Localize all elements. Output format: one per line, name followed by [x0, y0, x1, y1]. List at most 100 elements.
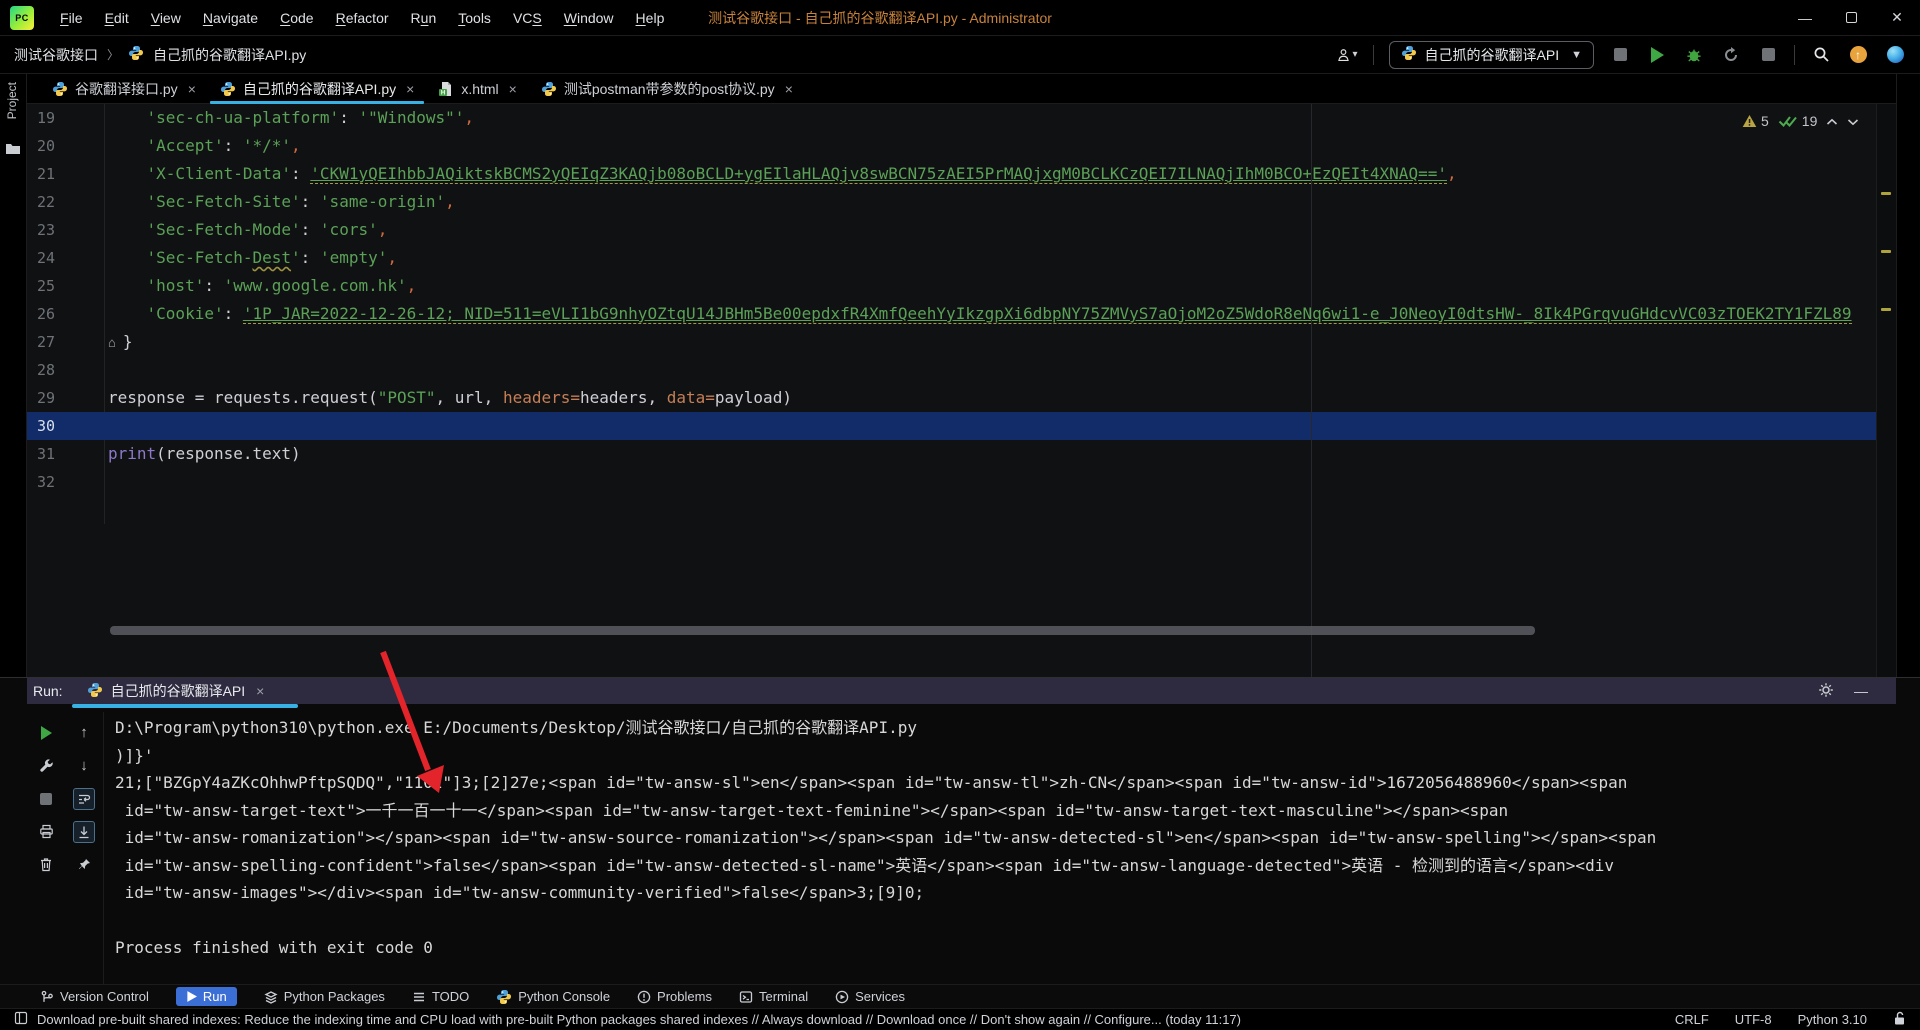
warning-mark[interactable]	[1881, 250, 1891, 253]
encoding-widget[interactable]: UTF-8	[1735, 1012, 1772, 1027]
down-stack-button[interactable]: ↓	[73, 755, 95, 777]
code-editor[interactable]: 19 'sec-ch-ua-platform': '"Windows"',20 …	[27, 104, 1876, 677]
tool-window-button-terminal[interactable]: Terminal	[739, 989, 808, 1004]
tool-window-button-services[interactable]: Services	[835, 989, 905, 1004]
code-line-22[interactable]: 22 'Sec-Fetch-Site': 'same-origin',	[27, 188, 1876, 216]
clear-console-button[interactable]	[35, 854, 57, 876]
code-line-24[interactable]: 24 'Sec-Fetch-Dest': 'empty',	[27, 244, 1876, 272]
stop-process-button[interactable]	[1757, 44, 1779, 66]
gutter-line-number[interactable]: 29	[27, 384, 104, 412]
pin-button[interactable]	[73, 854, 95, 876]
tool-window-button-todo[interactable]: TODO	[412, 989, 469, 1004]
breadcrumb-project[interactable]: 测试谷歌接口	[14, 45, 98, 65]
code-line-28[interactable]: 28	[27, 356, 1876, 384]
code-line-27[interactable]: 27⌂}	[27, 328, 1876, 356]
status-message[interactable]: Download pre-built shared indexes: Reduc…	[37, 1012, 1241, 1027]
code-line-32[interactable]: 32	[27, 468, 1876, 496]
run-configuration-select[interactable]: 自己抓的谷歌翻译API ▼	[1389, 41, 1594, 69]
soft-wrap-toggle[interactable]	[73, 788, 95, 810]
up-stack-button[interactable]: ↑	[73, 722, 95, 744]
gutter-line-number[interactable]: 24	[27, 244, 104, 272]
menu-vcs[interactable]: VCS	[503, 6, 552, 30]
editor-tab[interactable]: 谷歌翻译接口.py×	[40, 74, 208, 103]
gutter-line-number[interactable]: 19	[27, 104, 104, 132]
code-line-23[interactable]: 23 'Sec-Fetch-Mode': 'cors',	[27, 216, 1876, 244]
stop-button[interactable]	[35, 788, 57, 810]
prev-problem-button[interactable]	[1826, 113, 1838, 129]
gutter-line-number[interactable]: 25	[27, 272, 104, 300]
settings-button[interactable]	[1818, 682, 1834, 701]
tool-window-button-run[interactable]: Run	[176, 987, 237, 1006]
error-stripe[interactable]	[1876, 104, 1896, 677]
tool-window-button-python-console[interactable]: Python Console	[496, 989, 610, 1005]
profiler-button[interactable]	[1720, 44, 1742, 66]
sidebar-item-project[interactable]: Project	[5, 82, 19, 119]
gutter-line-number[interactable]: 30	[27, 412, 104, 440]
line-ending-widget[interactable]: CRLF	[1675, 1012, 1709, 1027]
menu-navigate[interactable]: Navigate	[193, 6, 268, 30]
gutter-line-number[interactable]: 27	[27, 328, 104, 356]
stop-button[interactable]	[1609, 44, 1631, 66]
hide-panel-button[interactable]: —	[1854, 683, 1868, 699]
warning-mark[interactable]	[1881, 308, 1891, 311]
code-line-25[interactable]: 25 'host': 'www.google.com.hk',	[27, 272, 1876, 300]
code-line-29[interactable]: 29response = requests.request("POST", ur…	[27, 384, 1876, 412]
next-problem-button[interactable]	[1847, 113, 1859, 129]
menu-view[interactable]: View	[141, 6, 191, 30]
update-available-button[interactable]: ↑	[1847, 44, 1869, 66]
run-tab[interactable]: 自己抓的谷歌翻译API ×	[87, 681, 265, 701]
layout-icon[interactable]	[14, 1011, 28, 1028]
readonly-toggle[interactable]	[1893, 1011, 1906, 1029]
close-icon[interactable]: ×	[406, 81, 414, 97]
menu-edit[interactable]: Edit	[95, 6, 139, 30]
gutter-line-number[interactable]: 22	[27, 188, 104, 216]
code-line-20[interactable]: 20 'Accept': '*/*',	[27, 132, 1876, 160]
editor-tab[interactable]: 测试postman带参数的post协议.py×	[529, 74, 805, 103]
gutter-line-number[interactable]: 21	[27, 160, 104, 188]
code-line-19[interactable]: 19 'sec-ch-ua-platform': '"Windows"',	[27, 104, 1876, 132]
code-line-21[interactable]: 21 'X-Client-Data': 'CKW1yQEIhbbJAQiktsk…	[27, 160, 1876, 188]
editor-tab[interactable]: 自己抓的谷歌翻译API.py×	[208, 74, 426, 103]
inspections-widget[interactable]: 5 19	[1742, 109, 1859, 133]
interpreter-widget[interactable]: Python 3.10	[1798, 1012, 1867, 1027]
gutter-line-number[interactable]: 28	[27, 356, 104, 384]
close-button[interactable]: ✕	[1874, 0, 1920, 36]
close-icon[interactable]: ×	[188, 81, 196, 97]
debug-button[interactable]	[1683, 44, 1705, 66]
gutter-line-number[interactable]: 20	[27, 132, 104, 160]
modify-run-config-button[interactable]	[35, 755, 57, 777]
minimize-button[interactable]: —	[1782, 0, 1828, 36]
scroll-to-end-toggle[interactable]	[73, 821, 95, 843]
menu-refactor[interactable]: Refactor	[326, 6, 399, 30]
code-line-26[interactable]: 26 'Cookie': '1P_JAR=2022-12-26-12; NID=…	[27, 300, 1876, 328]
gutter-line-number[interactable]: 23	[27, 216, 104, 244]
restore-button[interactable]	[1828, 0, 1874, 36]
menu-file[interactable]: File	[50, 6, 93, 30]
warnings-count[interactable]: 5	[1742, 113, 1769, 129]
menu-window[interactable]: Window	[554, 6, 624, 30]
print-button[interactable]	[35, 821, 57, 843]
menu-help[interactable]: Help	[626, 6, 675, 30]
console-output[interactable]: D:\Program\python310\python.exe E:/Docum…	[104, 708, 1896, 985]
horizontal-scrollbar[interactable]	[110, 626, 1535, 635]
gutter-line-number[interactable]: 26	[27, 300, 104, 328]
close-icon[interactable]: ×	[256, 683, 264, 699]
menu-run[interactable]: Run	[401, 6, 447, 30]
passed-count[interactable]: 19	[1778, 113, 1818, 129]
learn-plugin-button[interactable]	[1884, 44, 1906, 66]
breadcrumb-file[interactable]: 自己抓的谷歌翻译API.py	[153, 45, 306, 65]
close-icon[interactable]: ×	[509, 81, 517, 97]
tool-window-button-problems[interactable]: Problems	[637, 989, 712, 1004]
search-everywhere-button[interactable]	[1810, 44, 1832, 66]
user-account-icon[interactable]: ▾	[1336, 44, 1358, 66]
menu-tools[interactable]: Tools	[448, 6, 501, 30]
menu-code[interactable]: Code	[270, 6, 323, 30]
code-line-31[interactable]: 31print(response.text)	[27, 440, 1876, 468]
gutter-line-number[interactable]: 31	[27, 440, 104, 468]
tool-window-button-python-packages[interactable]: Python Packages	[264, 989, 385, 1004]
folder-icon[interactable]	[5, 142, 21, 160]
close-icon[interactable]: ×	[785, 81, 793, 97]
rerun-button[interactable]	[35, 722, 57, 744]
code-line-30[interactable]: 30	[27, 412, 1876, 440]
editor-tab[interactable]: Hx.html×	[426, 74, 529, 103]
